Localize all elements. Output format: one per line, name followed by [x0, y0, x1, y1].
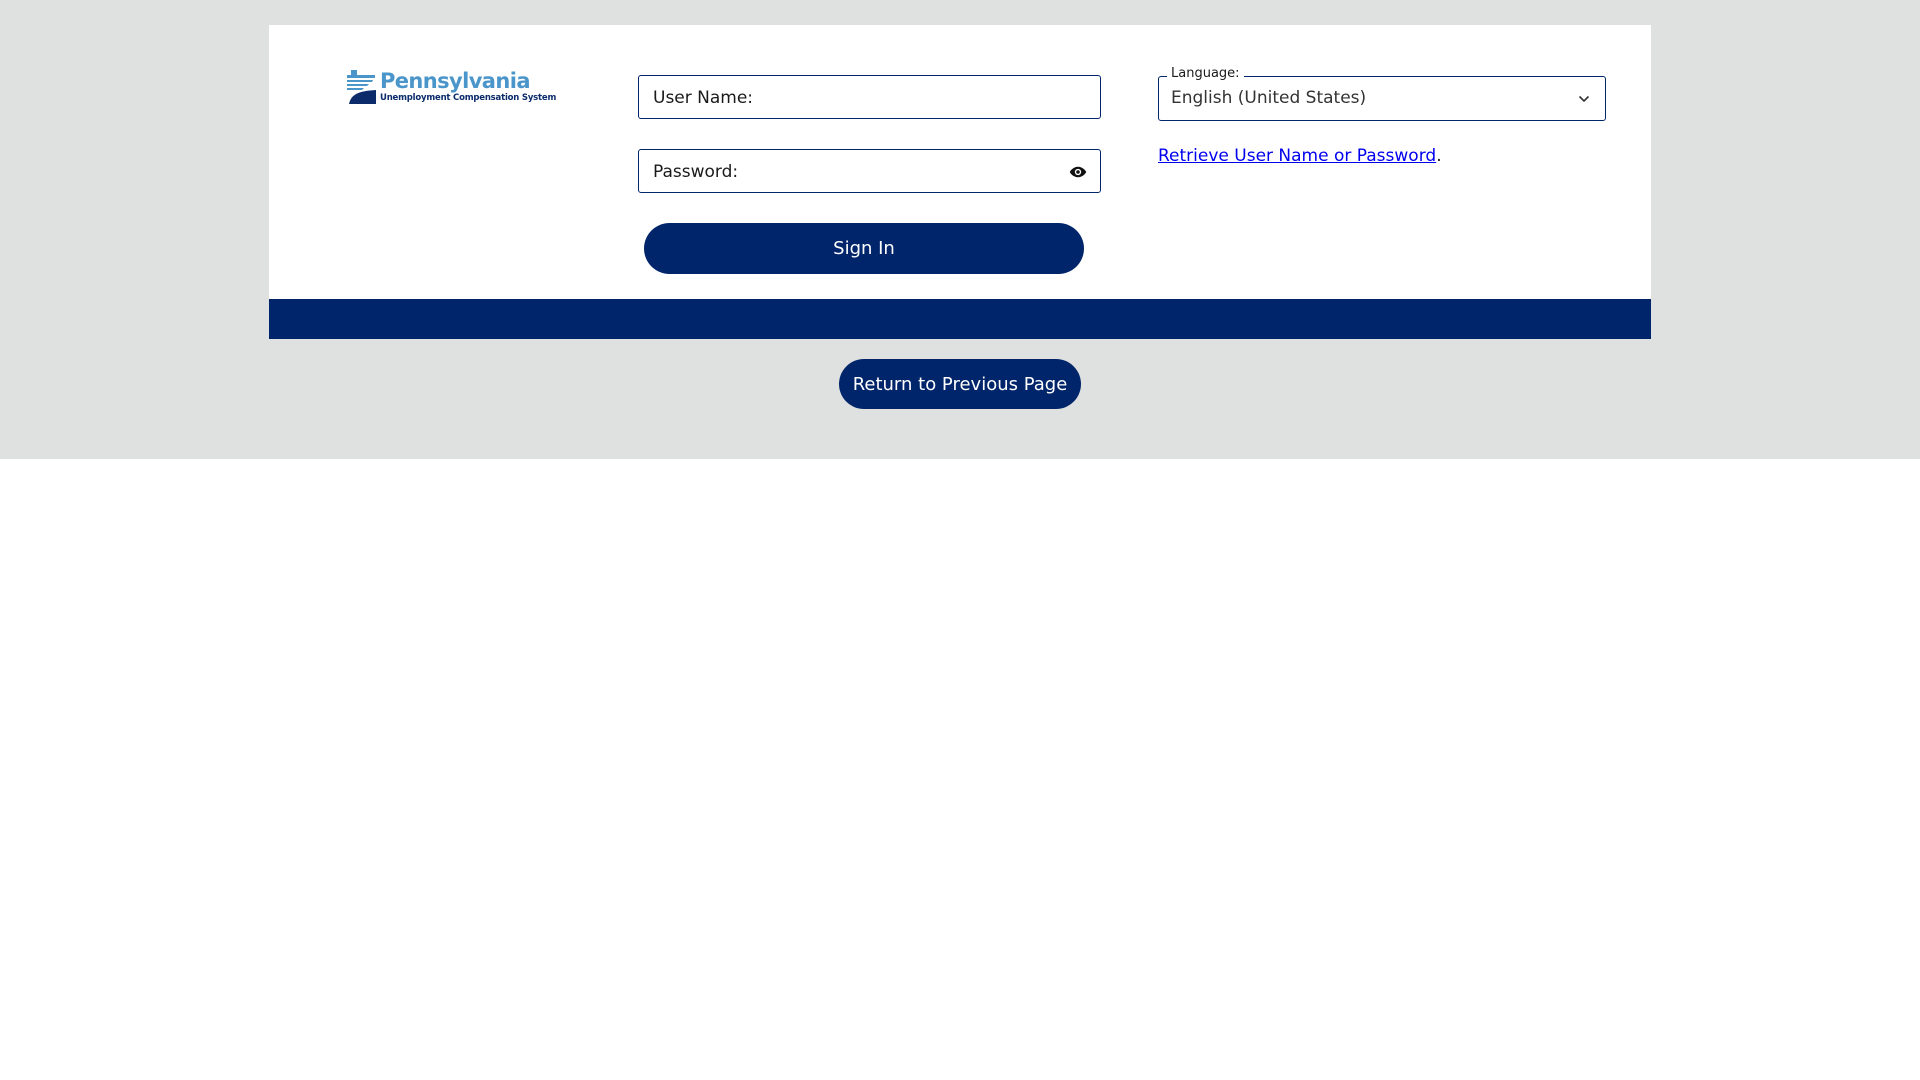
language-selected-value: English (United States): [1171, 88, 1367, 108]
retrieve-username-password-link[interactable]: Retrieve User Name or Password: [1158, 146, 1436, 166]
password-label: Password:: [653, 162, 739, 182]
logo-title: Pennsylvania: [380, 69, 531, 93]
language-select[interactable]: English (United States): [1158, 76, 1606, 121]
password-input[interactable]: [739, 156, 1043, 188]
sign-in-button[interactable]: Sign In: [644, 223, 1084, 274]
retrieve-suffix: .: [1436, 146, 1442, 166]
pa-uc-logo: Pennsylvania Unemployment Compensation S…: [343, 68, 556, 108]
language-label: Language:: [1167, 66, 1244, 81]
pa-keystone-logo-icon: [347, 70, 376, 104]
username-input[interactable]: [749, 82, 1053, 114]
logo-subtitle: Unemployment Compensation System: [380, 93, 557, 103]
username-field[interactable]: User Name:: [638, 75, 1101, 119]
eye-icon[interactable]: [1069, 163, 1087, 181]
return-to-previous-page-button[interactable]: Return to Previous Page: [839, 359, 1081, 409]
password-field[interactable]: Password:: [638, 149, 1101, 193]
navy-footer-bar: [269, 299, 1651, 339]
chevron-down-icon: [1578, 95, 1590, 103]
username-label: User Name:: [653, 88, 754, 108]
retrieve-credentials-line: Retrieve User Name or Password.: [1158, 146, 1442, 166]
